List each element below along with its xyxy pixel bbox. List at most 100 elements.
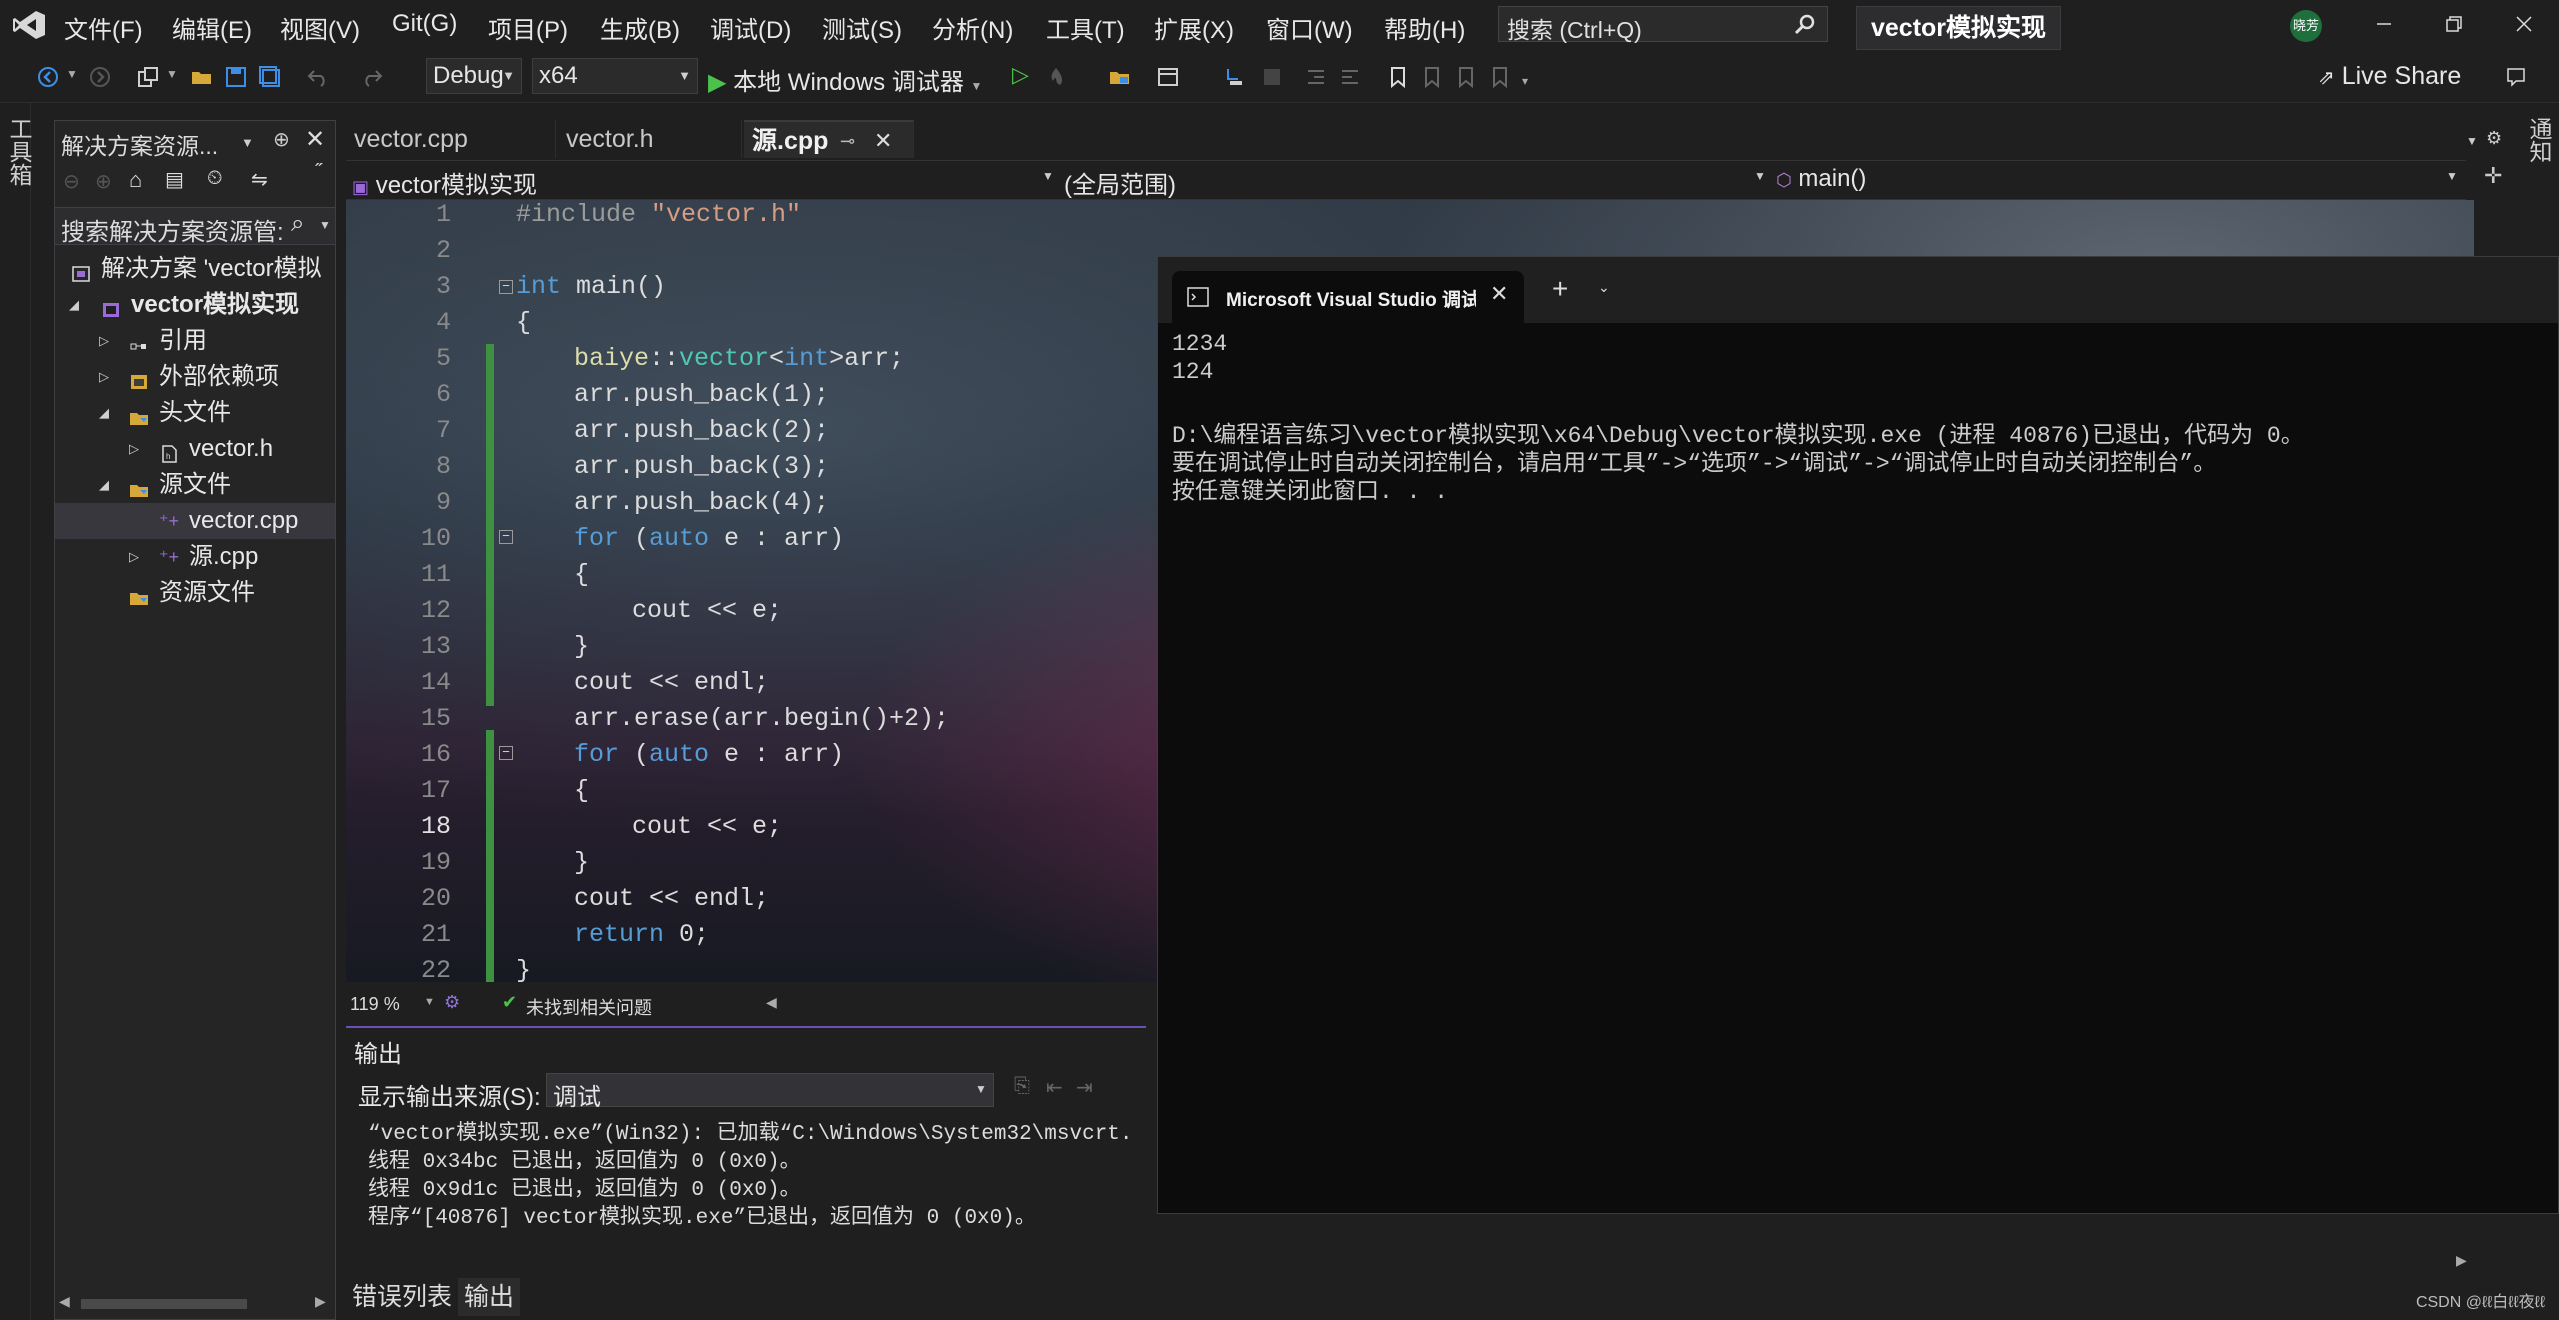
tree-item-external-deps[interactable]: ▷ 外部依赖项 [55,359,335,395]
menu-git[interactable]: Git(G) [392,10,457,38]
project-dropdown[interactable]: ▣ vector模拟实现 ▼ [352,165,1054,199]
debug-console-window[interactable]: Microsoft Visual Studio 调试控 ✕ + ⌄ 1234 1… [1157,256,2559,1214]
menu-file[interactable]: 文件(F) [64,10,143,45]
outdent-icon[interactable] [1304,65,1328,89]
pin-icon[interactable]: ⊕ [273,127,290,152]
find-message-icon[interactable]: ⎘ [1014,1075,1030,1098]
solution-folder-icon[interactable] [1108,65,1132,89]
menu-analyze[interactable]: 分析(N) [932,10,1013,45]
next-bookmark-icon[interactable] [1454,65,1478,89]
chevron-down-icon[interactable]: ▼ [424,996,435,1008]
window-layout-icon[interactable] [1156,65,1180,89]
tab-output[interactable]: 输出 [458,1278,521,1316]
tab-overflow-icon[interactable]: ▼ [2466,134,2478,148]
chevron-down-icon[interactable]: ▼ [66,67,78,81]
feedback-icon[interactable] [2504,65,2528,89]
prev-message-icon[interactable]: ⇤ [1046,1075,1063,1100]
tree-item-source-cpp[interactable]: ▷ ⁺+ 源.cpp [55,539,335,575]
close-icon[interactable]: ✕ [1490,281,1508,307]
prev-bookmark-icon[interactable] [1420,65,1444,89]
close-icon[interactable] [2512,12,2536,36]
collapsed-arrow-icon[interactable]: ▷ [129,539,139,575]
zoom-level[interactable]: 119 % [350,994,400,1015]
horizontal-scrollbar[interactable]: ◀ ▶ [55,1291,335,1317]
tab-vector-h[interactable]: vector.h [558,120,742,158]
restore-icon[interactable] [2442,12,2466,36]
clear-bookmarks-icon[interactable] [1488,65,1512,89]
console-tab[interactable]: Microsoft Visual Studio 调试控 ✕ [1172,271,1524,323]
tree-item-vector-h[interactable]: ▷ h vector.h [55,431,335,467]
menu-debug[interactable]: 调试(D) [710,10,791,45]
undo-icon[interactable] [306,65,330,89]
collapse-icon[interactable]: − [499,746,513,760]
issues-status[interactable]: 未找到相关问题 [526,994,652,1020]
tree-item-header-files[interactable]: ◢ 头文件 [55,395,335,431]
redo-icon[interactable] [360,65,384,89]
toolbox-tab[interactable]: 工具箱 [2,117,36,186]
menu-window[interactable]: 窗口(W) [1266,10,1353,45]
menu-help[interactable]: 帮助(H) [1384,10,1465,45]
member-dropdown[interactable]: ⬡ main() ▼ [1776,165,2458,195]
forward-icon[interactable] [88,65,112,89]
save-icon[interactable] [224,65,248,89]
close-icon[interactable]: ✕ [874,122,892,160]
tab-error-list[interactable]: 错误列表 [346,1278,458,1316]
menu-view[interactable]: 视图(V) [280,10,360,45]
indent-icon[interactable] [1338,65,1362,89]
live-share-button[interactable]: ⇗ Live Share [2318,62,2461,91]
solution-search-box[interactable]: 搜索解决方案资源管: ⌕ ▼ [55,207,335,246]
expanded-arrow-icon[interactable]: ◢ [99,395,109,431]
scroll-left-icon[interactable]: ◀ [766,994,777,1011]
search-box[interactable]: 搜索 (Ctrl+Q) [1498,6,1828,43]
step-into-icon[interactable] [1222,65,1246,89]
expanded-arrow-icon[interactable]: ◢ [99,467,109,503]
start-without-debugging-icon[interactable]: ▷ [1012,62,1029,88]
scroll-right-icon[interactable]: ▶ [2456,1252,2467,1269]
new-tab-icon[interactable]: + [1552,273,1568,305]
avatar[interactable]: 晓芳 [2290,10,2322,42]
tab-source-cpp[interactable]: 源.cpp ⊸ ✕ [744,120,914,158]
scope-dropdown[interactable]: (全局范围) ▼ [1064,165,1766,199]
toolbar-overflow-icon[interactable]: ▾ [1522,74,1528,88]
expanded-arrow-icon[interactable]: ◢ [69,287,79,323]
tab-vector-cpp[interactable]: vector.cpp [346,120,556,158]
gear-icon[interactable]: ⚙ [2486,128,2502,149]
tree-item-project[interactable]: ◢ vector模拟实现 [55,287,335,323]
save-all-icon[interactable] [258,65,282,89]
new-project-icon[interactable] [136,65,160,89]
back-icon[interactable] [36,65,60,89]
collapsed-arrow-icon[interactable]: ▷ [129,431,139,467]
scrollbar-thumb[interactable] [81,1299,247,1309]
tree-item-source-files[interactable]: ◢ 源文件 [55,467,335,503]
menu-extensions[interactable]: 扩展(X) [1154,10,1234,45]
menu-build[interactable]: 生成(B) [600,10,680,45]
collapsed-arrow-icon[interactable]: ▷ [99,359,109,395]
platform-select[interactable]: x64 ▼ [532,58,698,94]
next-message-icon[interactable]: ⇥ [1076,1075,1093,1100]
collapse-icon[interactable]: − [499,280,513,294]
forward-icon[interactable]: ⊕ [95,169,112,194]
configuration-select[interactable]: Debug ▼ [426,58,522,94]
back-icon[interactable]: ⊖ [63,169,80,194]
pending-changes-filter-icon[interactable]: ⏲ [207,167,223,190]
scroll-right-icon[interactable]: ▶ [315,1293,326,1310]
tree-item-solution[interactable]: 解决方案 'vector模拟 [55,251,335,287]
collapsed-arrow-icon[interactable]: ▷ [99,323,109,359]
chevron-down-icon[interactable]: ▼ [241,135,254,150]
chevron-down-icon[interactable]: ⌄ [1598,279,1610,296]
tree-item-references[interactable]: ▷ 引用 [55,323,335,359]
minimize-icon[interactable] [2372,12,2396,36]
start-debugging-button[interactable]: ▶ 本地 Windows 调试器 ▼ [708,62,982,97]
scroll-left-icon[interactable]: ◀ [59,1293,70,1310]
notifications-tab[interactable]: 通知 [2522,117,2556,163]
split-editor-icon[interactable]: ✛ [2484,163,2502,189]
output-source-select[interactable]: 调试 ▼ [546,1073,994,1111]
tree-item-resource-files[interactable]: 资源文件 [55,575,335,611]
chevron-down-icon[interactable]: ▼ [166,67,178,81]
close-icon[interactable]: ✕ [305,125,325,154]
health-icon[interactable]: ⚙ [444,992,460,1013]
home-icon[interactable]: ⌂ [129,167,142,193]
bookmark-icon[interactable] [1386,65,1410,89]
menu-edit[interactable]: 编辑(E) [172,10,252,45]
pin-icon[interactable]: ⊸ [840,122,855,160]
